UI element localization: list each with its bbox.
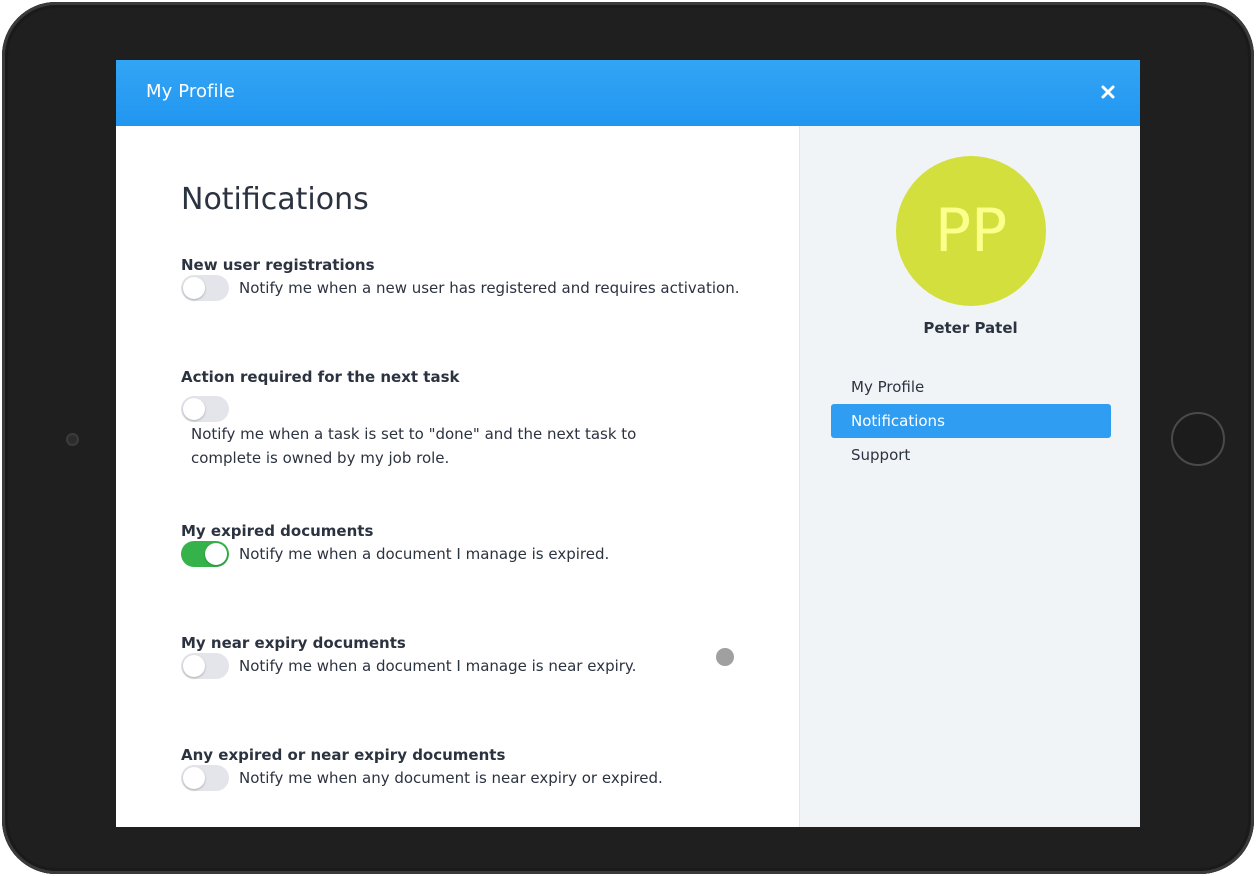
toggle-any-expired-documents[interactable] [181, 765, 229, 791]
setting-title: My near expiry documents [181, 634, 406, 652]
setting-description: Notify me when any document is near expi… [239, 769, 663, 787]
sidebar-item-my-profile[interactable]: My Profile [831, 370, 1111, 404]
toggle-knob [183, 398, 205, 420]
setting-description: Notify me when a document I manage is ex… [239, 545, 610, 563]
setting-title: New user registrations [181, 256, 375, 274]
app-screen: My Profile Notifications New user regist… [116, 60, 1140, 827]
tablet-frame: My Profile Notifications New user regist… [2, 2, 1254, 874]
toggle-knob [205, 543, 227, 565]
toggle-knob [183, 655, 205, 677]
toggle-my-near-expiry-documents[interactable] [181, 653, 229, 679]
setting-title: Action required for the next task [181, 368, 460, 386]
modal-title: My Profile [146, 81, 235, 102]
setting-new-user-registrations: New user registrations Notify me when a … [181, 256, 741, 301]
setting-title: Any expired or near expiry documents [181, 746, 506, 764]
toggle-action-required[interactable] [181, 396, 229, 422]
cursor-indicator [716, 648, 734, 666]
sidebar-item-notifications[interactable]: Notifications [831, 404, 1111, 438]
setting-title: My expired documents [181, 522, 374, 540]
sidebar-item-support[interactable]: Support [831, 438, 1111, 472]
setting-description: Notify me when a document I manage is ne… [239, 657, 637, 675]
toggle-knob [183, 767, 205, 789]
camera-icon [66, 433, 79, 446]
toggle-new-user-registrations[interactable] [181, 275, 229, 301]
setting-description: Notify me when a task is set to "done" a… [191, 425, 637, 467]
notifications-panel: Notifications New user registrations Not… [116, 126, 799, 827]
setting-any-expired-documents: Any expired or near expiry documents Not… [181, 746, 741, 791]
setting-description: Notify me when a new user has registered… [239, 279, 740, 297]
home-button[interactable] [1171, 412, 1225, 466]
toggle-knob [183, 277, 205, 299]
avatar: PP [896, 156, 1046, 306]
close-icon[interactable] [1098, 82, 1118, 102]
modal-header: My Profile [116, 60, 1140, 126]
user-name: Peter Patel [923, 319, 1018, 337]
setting-my-expired-documents: My expired documents Notify me when a do… [181, 522, 741, 567]
page-title: Notifications [181, 182, 369, 217]
sidebar-nav: My Profile Notifications Support [831, 370, 1111, 472]
profile-sidebar: PP Peter Patel My Profile Notifications … [799, 126, 1140, 827]
toggle-my-expired-documents[interactable] [181, 541, 229, 567]
setting-my-near-expiry-documents: My near expiry documents Notify me when … [181, 634, 741, 679]
setting-action-required: Action required for the next task Notify… [181, 368, 741, 467]
